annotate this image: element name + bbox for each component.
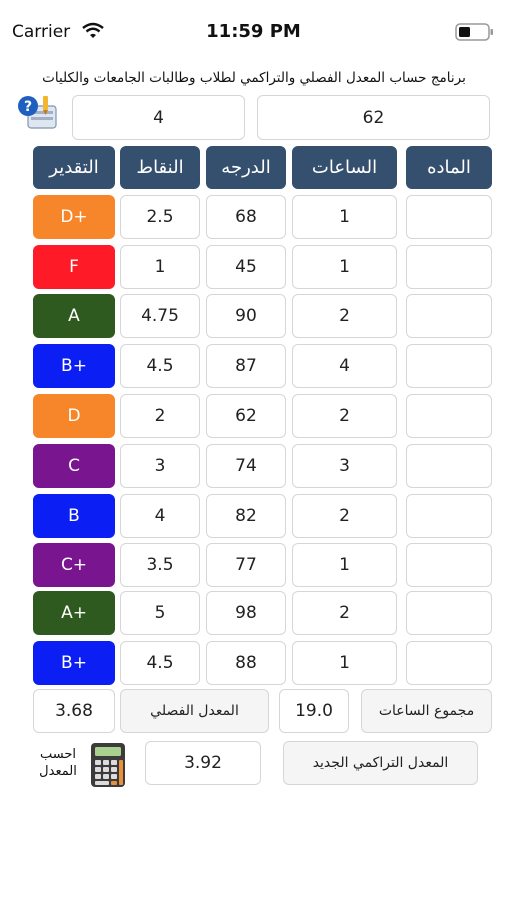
hours-input[interactable]: 3 xyxy=(292,444,397,488)
score-input[interactable]: 88 xyxy=(206,641,286,685)
subject-input[interactable] xyxy=(406,641,492,685)
subject-input[interactable] xyxy=(406,394,492,438)
score-input[interactable]: 82 xyxy=(206,494,286,538)
hours-input[interactable]: 2 xyxy=(292,394,397,438)
points-input[interactable]: 4.75 xyxy=(120,294,200,338)
score-input[interactable]: 62 xyxy=(206,394,286,438)
points-input[interactable]: 3.5 xyxy=(120,543,200,587)
hours-input[interactable]: 4 xyxy=(292,344,397,388)
header-grade: التقدير xyxy=(33,146,115,189)
grade-cell: C+ xyxy=(33,543,115,587)
hours-input[interactable]: 2 xyxy=(292,591,397,635)
calculate-label-line2: المعدل xyxy=(39,764,77,779)
clock: 11:59 PM xyxy=(206,21,301,42)
svg-text:?: ? xyxy=(24,99,32,115)
header-subject: الماده xyxy=(406,146,492,189)
calculator-icon[interactable] xyxy=(90,742,126,788)
score-input[interactable]: 68 xyxy=(206,195,286,239)
subject-input[interactable] xyxy=(406,494,492,538)
score-input[interactable]: 77 xyxy=(206,543,286,587)
header-score: الدرجه xyxy=(206,146,286,189)
cumulative-gpa-button[interactable]: المعدل التراكمي الجديد xyxy=(283,741,478,785)
subject-input[interactable] xyxy=(406,294,492,338)
grade-cell: B+ xyxy=(33,344,115,388)
score-input[interactable]: 98 xyxy=(206,591,286,635)
semester-gpa-button[interactable]: المعدل الفصلي xyxy=(120,689,269,733)
battery-icon xyxy=(455,23,495,41)
hours-input[interactable]: 1 xyxy=(292,245,397,289)
subject-input[interactable] xyxy=(406,444,492,488)
total-hours-value: 19.0 xyxy=(279,689,349,733)
subject-input[interactable] xyxy=(406,344,492,388)
input-right[interactable]: 62 xyxy=(257,95,490,140)
help-icon[interactable]: ? xyxy=(14,92,60,136)
hours-input[interactable]: 2 xyxy=(292,294,397,338)
points-input[interactable]: 3 xyxy=(120,444,200,488)
calculate-label[interactable]: احسب المعدل xyxy=(30,746,86,786)
subject-input[interactable] xyxy=(406,591,492,635)
points-input[interactable]: 4.5 xyxy=(120,641,200,685)
points-input[interactable]: 1 xyxy=(120,245,200,289)
subject-input[interactable] xyxy=(406,543,492,587)
points-input[interactable]: 4.5 xyxy=(120,344,200,388)
score-input[interactable]: 87 xyxy=(206,344,286,388)
hours-input[interactable]: 1 xyxy=(292,543,397,587)
hours-input[interactable]: 1 xyxy=(292,641,397,685)
header-hours: الساعات xyxy=(292,146,397,189)
cumulative-gpa-value: 3.92 xyxy=(145,741,261,785)
total-hours-button[interactable]: مجموع الساعات xyxy=(361,689,492,733)
points-input[interactable]: 5 xyxy=(120,591,200,635)
grade-cell: B xyxy=(33,494,115,538)
status-bar: Carrier 11:59 PM xyxy=(0,0,507,60)
grade-cell: A xyxy=(33,294,115,338)
grade-cell: B+ xyxy=(33,641,115,685)
points-input[interactable]: 4 xyxy=(120,494,200,538)
grade-cell: D+ xyxy=(33,195,115,239)
app-title: برنامج حساب المعدل الفصلي والتراكمي لطلا… xyxy=(42,70,466,86)
hours-input[interactable]: 1 xyxy=(292,195,397,239)
points-input[interactable]: 2 xyxy=(120,394,200,438)
header-points: النقاط xyxy=(120,146,200,189)
semester-gpa-value: 3.68 xyxy=(33,689,115,733)
score-input[interactable]: 45 xyxy=(206,245,286,289)
grade-cell: D xyxy=(33,394,115,438)
grade-cell: C xyxy=(33,444,115,488)
points-input[interactable]: 2.5 xyxy=(120,195,200,239)
hours-input[interactable]: 2 xyxy=(292,494,397,538)
score-input[interactable]: 74 xyxy=(206,444,286,488)
subject-input[interactable] xyxy=(406,195,492,239)
grade-cell: A+ xyxy=(33,591,115,635)
calculate-label-line1: احسب xyxy=(39,747,76,762)
subject-input[interactable] xyxy=(406,245,492,289)
input-left[interactable]: 4 xyxy=(72,95,245,140)
grade-cell: F xyxy=(33,245,115,289)
score-input[interactable]: 90 xyxy=(206,294,286,338)
